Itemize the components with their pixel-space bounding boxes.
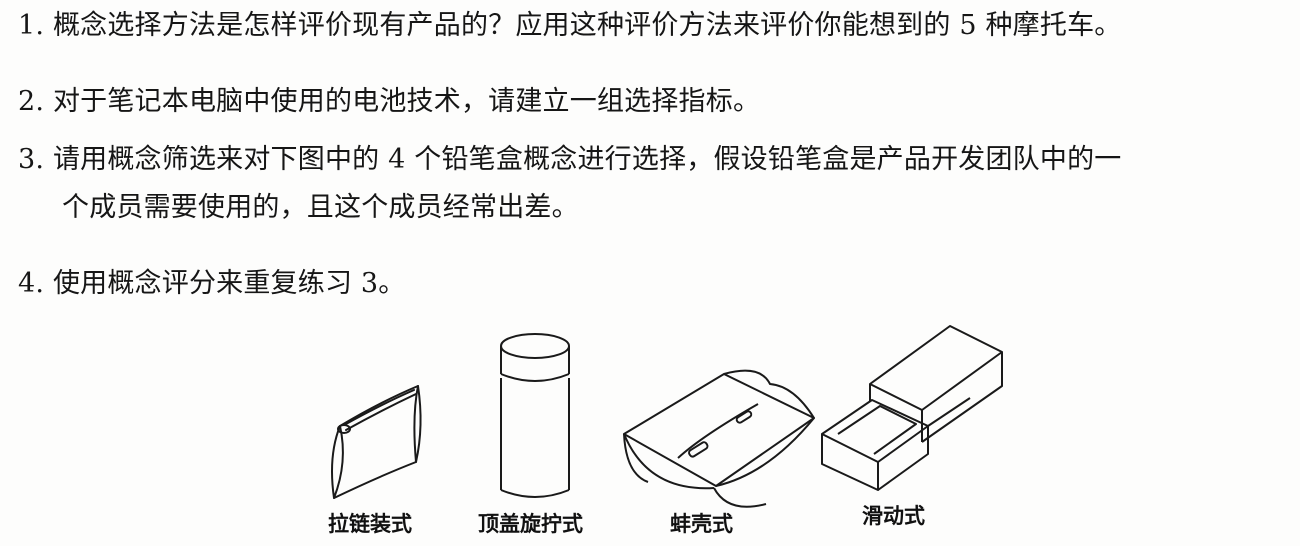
sliding-box-icon — [821, 325, 1003, 491]
zipper-pouch-figure: 拉链装式 — [320, 366, 430, 536]
question-4: 4. 使用概念评分来重复练习 3。 — [18, 268, 406, 299]
textbook-page: 1. 概念选择方法是怎样评价现有产品的？应用这种评价方法来评价你能想到的 5 种… — [0, 0, 1300, 546]
question-3-line-1: 3. 请用概念筛选来对下图中的 4 个铅笔盒概念进行选择，假设铅笔盒是产品开发团… — [18, 144, 1122, 175]
clamshell-case-icon — [623, 369, 815, 508]
screw-cap-figure: 顶盖旋拧式 — [478, 328, 583, 536]
clamshell-label: 蚌壳式 — [670, 512, 733, 536]
pencil-case-figures: 拉链装式 顶盖旋拧式 蚌壳式 滑动式 — [300, 316, 1040, 542]
screw-cap-label: 顶盖旋拧式 — [478, 512, 583, 536]
question-3-line-2: 个成员需要使用的，且这个成员经常出差。 — [62, 192, 579, 223]
question-1: 1. 概念选择方法是怎样评价现有产品的？应用这种评价方法来评价你能想到的 5 种… — [18, 10, 1122, 41]
zipper-pouch-label: 拉链装式 — [328, 512, 412, 536]
sliding-box-label: 滑动式 — [862, 504, 925, 528]
question-2: 2. 对于笔记本电脑中使用的电池技术，请建立一组选择指标。 — [18, 86, 761, 117]
screw-cap-tube-icon — [500, 333, 570, 498]
clamshell-figure: 蚌壳式 — [618, 364, 818, 536]
sliding-box-figure: 滑动式 — [820, 322, 1010, 528]
zipper-pouch-icon — [331, 385, 422, 499]
